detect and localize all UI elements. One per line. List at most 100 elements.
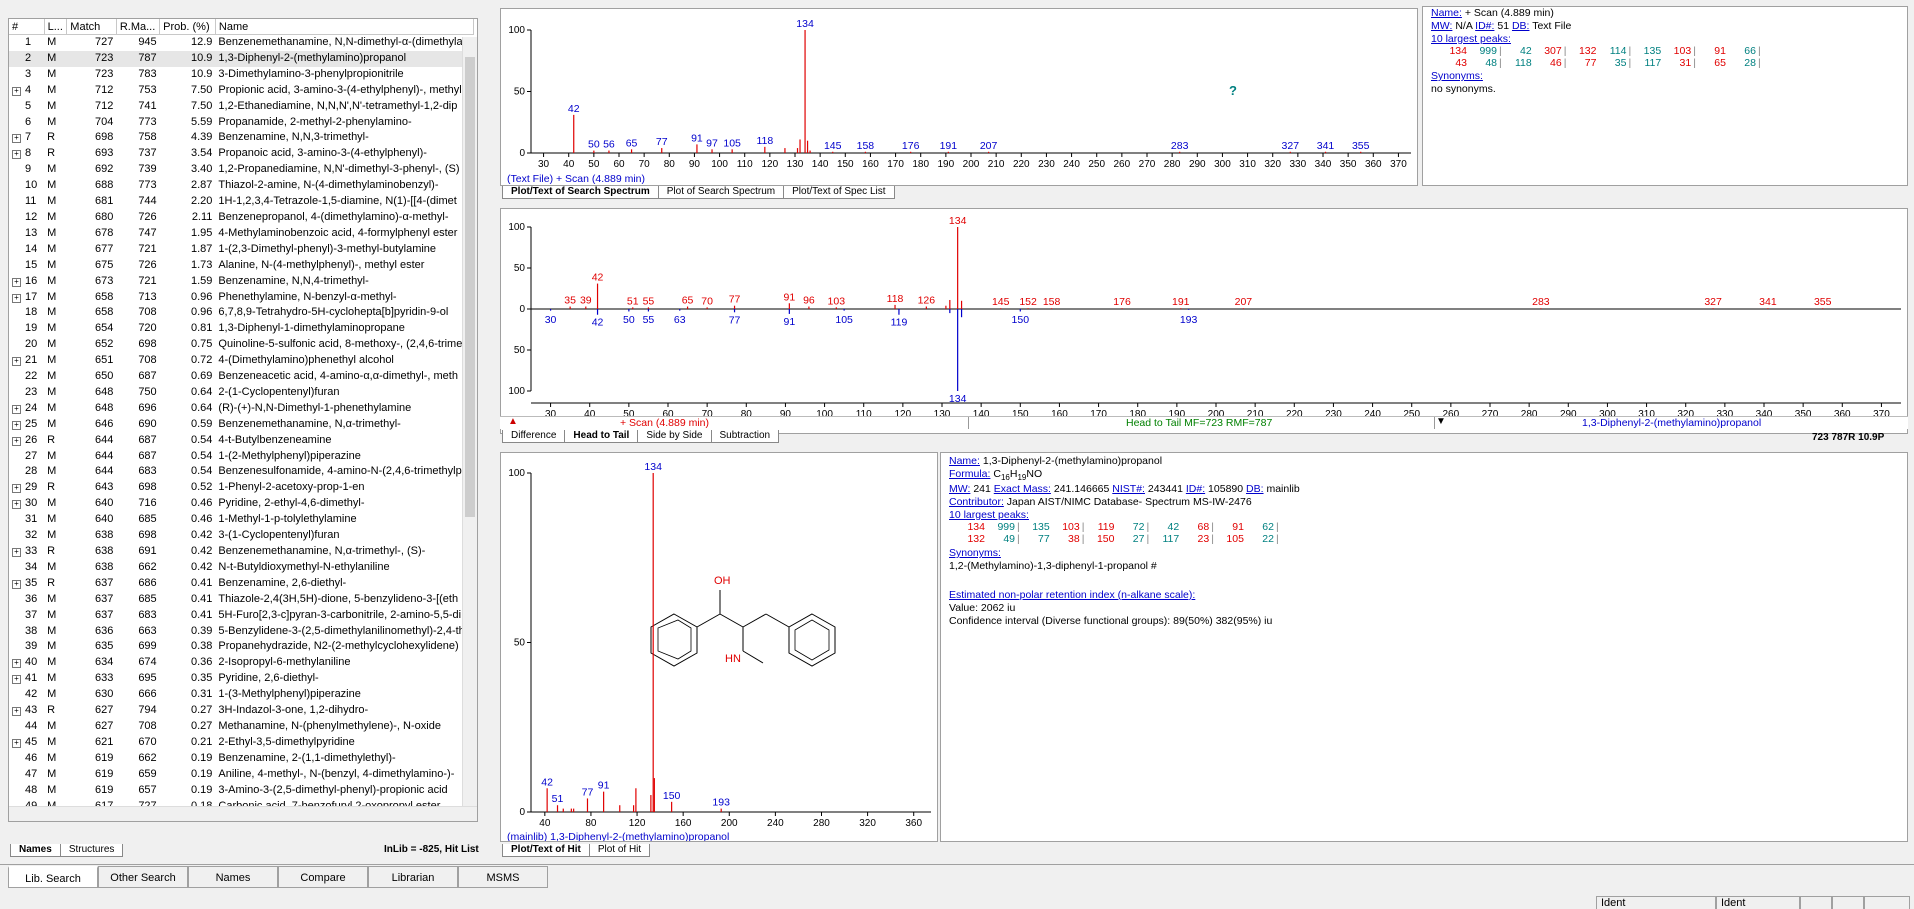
hit-list-horizontal-scrollbar[interactable]	[9, 806, 477, 821]
expand-icon[interactable]: +	[12, 150, 21, 160]
expand-icon[interactable]: +	[12, 738, 21, 748]
table-row[interactable]: 10 M 688 773 2.87 Thiazol-2-amine, N-(4-dimet…	[9, 178, 474, 194]
hit-synonyms-label[interactable]: Synonyms:	[949, 547, 1001, 560]
table-row[interactable]: +26 R 644 687 0.54 4-t-Butylbenzeneamine	[9, 433, 474, 449]
table-row[interactable]: 20 M 652 698 0.75 Quinoline-5-sulfonic acid, …	[9, 337, 474, 353]
table-row[interactable]: 2 M 723 787 10.9 1,3-Diphenyl-2-(methylamino)…	[9, 50, 474, 67]
table-row[interactable]: +33 R 638 691 0.42 Benzenemethanamine, N,α-tr…	[9, 544, 474, 560]
column-header-library[interactable]: L...	[44, 19, 68, 35]
table-row[interactable]: +7 R 698 758 4.39 Benzenamine, N,N,3-trimethy…	[9, 130, 474, 146]
tab-plot-hit[interactable]: Plot of Hit	[588, 844, 651, 857]
scrollbar-thumb[interactable]	[465, 57, 475, 517]
expand-icon[interactable]: +	[12, 404, 21, 414]
column-header-match[interactable]: Match	[66, 19, 117, 35]
table-row[interactable]: +45 M 621 670 0.21 2-Ethyl-3,5-dimethylpyridi…	[9, 735, 474, 751]
hit-peaks-label[interactable]: 10 largest peaks:	[949, 509, 1029, 522]
expand-icon[interactable]: +	[12, 675, 21, 685]
table-row[interactable]: 22 M 650 687 0.69 Benzeneacetic acid, 4-amino…	[9, 369, 474, 385]
tab-names-main[interactable]: Names	[188, 866, 278, 888]
table-row[interactable]: 1 M 727 945 12.9 Benzenemethanamine, N,N-dime…	[9, 35, 474, 51]
table-row[interactable]: +21 M 651 708 0.72 4-(Dimethylamino)phenethyl…	[9, 353, 474, 369]
table-row[interactable]: 28 M 644 683 0.54 Benzenesulfonamide, 4-amino…	[9, 464, 474, 480]
expand-icon[interactable]: +	[12, 579, 21, 589]
table-row[interactable]: 11 M 681 744 2.20 1H-1,2,3,4-Tetrazole-1,5-di…	[9, 194, 474, 210]
table-row[interactable]: 44 M 627 708 0.27 Methanamine, N-(phenylmethy…	[9, 719, 474, 735]
expand-icon[interactable]: +	[12, 357, 21, 367]
tab-other-search[interactable]: Other Search	[98, 866, 188, 888]
help-icon[interactable]: ?	[1229, 83, 1237, 98]
table-row[interactable]: 6 M 704 773 5.59 Propanamide, 2-methyl-2-phen…	[9, 115, 474, 131]
table-row[interactable]: 19 M 654 720 0.81 1,3-Diphenyl-1-dimethylamin…	[9, 321, 474, 337]
tab-plot-text-spec-list[interactable]: Plot/Text of Spec List	[783, 186, 895, 199]
table-row[interactable]: +4 M 712 753 7.50 Propionic acid, 3-amino-3-(…	[9, 83, 474, 99]
table-row[interactable]: 23 M 648 750 0.64 2-(1-Cyclopentenyl)furan	[9, 385, 474, 401]
table-row[interactable]: +40 M 634 674 0.36 2-Isopropyl-6-methylanilin…	[9, 655, 474, 671]
table-row[interactable]: +30 M 640 716 0.46 Pyridine, 2-ethyl-4,6-dime…	[9, 496, 474, 512]
table-row[interactable]: +17 M 658 713 0.96 Phenethylamine, N-benzyl-α…	[9, 290, 474, 306]
table-row[interactable]: +41 M 633 695 0.35 Pyridine, 2,6-diethyl-	[9, 671, 474, 687]
table-row[interactable]: 34 M 638 662 0.42 N-t-Butyldioxymethyl-N-ethy…	[9, 560, 474, 576]
table-row[interactable]: +29 R 643 698 0.52 1-Phenyl-2-acetoxy-prop-1-…	[9, 480, 474, 496]
tab-plot-search-spectrum[interactable]: Plot of Search Spectrum	[657, 186, 785, 199]
dropdown-icon[interactable]: ▼	[1436, 416, 1446, 427]
table-row[interactable]: +24 M 648 696 0.64 (R)-(+)-N,N-Dimethyl-1-phe…	[9, 401, 474, 417]
table-row[interactable]: +8 R 693 737 3.54 Propanoic acid, 3-amino-3-(…	[9, 146, 474, 162]
table-row[interactable]: 38 M 636 663 0.39 5-Benzylidene-3-(2,5-dimeth…	[9, 624, 474, 640]
column-header-index[interactable]: #	[9, 19, 45, 35]
scroll-left-icon[interactable]: ▲	[508, 416, 518, 427]
tab-names[interactable]: Names	[10, 844, 61, 857]
table-row[interactable]: 9 M 692 739 3.40 1,2-Propanediamine, N,N'-dim…	[9, 162, 474, 178]
expand-icon[interactable]: +	[12, 500, 21, 510]
table-row[interactable]: 14 M 677 721 1.87 1-(2,3-Dimethyl-phenyl)-3-m…	[9, 242, 474, 258]
search-synonyms-label[interactable]: Synonyms:	[1431, 70, 1483, 83]
tab-structures[interactable]: Structures	[59, 844, 124, 857]
table-row[interactable]: 39 M 635 699 0.38 Propanehydrazide, N2-(2-met…	[9, 639, 474, 655]
table-row[interactable]: 27 M 644 687 0.54 1-(2-Methylphenyl)piperazin…	[9, 449, 474, 465]
expand-icon[interactable]: +	[12, 484, 21, 494]
table-row[interactable]: 42 M 630 666 0.31 1-(3-Methylphenyl)piperazin…	[9, 687, 474, 703]
search-peaks-label[interactable]: 10 largest peaks:	[1431, 33, 1511, 46]
column-header-prob[interactable]: Prob. (%)	[159, 19, 216, 35]
expand-icon[interactable]: +	[12, 420, 21, 430]
expand-icon[interactable]: +	[12, 277, 21, 287]
table-row[interactable]: 47 M 619 659 0.19 Aniline, 4-methyl-, N-(benz…	[9, 767, 474, 783]
table-row[interactable]: 31 M 640 685 0.46 1-Methyl-1-p-tolylethylamin…	[9, 512, 474, 528]
tab-compare[interactable]: Compare	[278, 866, 368, 888]
tab-plot-text-hit[interactable]: Plot/Text of Hit	[502, 844, 590, 857]
tab-head-to-tail[interactable]: Head to Tail	[564, 430, 639, 443]
tab-side-by-side[interactable]: Side by Side	[637, 430, 712, 443]
table-row[interactable]: 32 M 638 698 0.42 3-(1-Cyclopentenyl)furan	[9, 528, 474, 544]
cell-prob: 1.73	[190, 258, 213, 271]
expand-icon[interactable]: +	[12, 86, 21, 96]
table-row[interactable]: +25 M 646 690 0.59 Benzenemethanamine, N,α-tr…	[9, 417, 474, 433]
table-row[interactable]: 37 M 637 683 0.41 5H-Furo[2,3-c]pyran-3-carbo…	[9, 608, 474, 624]
expand-icon[interactable]: +	[12, 134, 21, 144]
retention-index-label[interactable]: Estimated non-polar retention index (n-a…	[949, 589, 1195, 602]
hit-list-vertical-scrollbar[interactable]	[462, 37, 477, 807]
expand-icon[interactable]: +	[12, 659, 21, 669]
tab-msms[interactable]: MSMS	[458, 866, 548, 888]
tab-librarian[interactable]: Librarian	[368, 866, 458, 888]
tab-plot-text-search-spectrum[interactable]: Plot/Text of Search Spectrum	[502, 186, 659, 199]
expand-icon[interactable]: +	[12, 293, 21, 303]
expand-icon[interactable]: +	[12, 707, 21, 717]
table-row[interactable]: 18 M 658 708 0.96 6,7,8,9-Tetrahydro-5H-cyclo…	[9, 305, 474, 321]
table-row[interactable]: 15 M 675 726 1.73 Alanine, N-(4-methylphenyl)…	[9, 258, 474, 274]
tab-subtraction[interactable]: Subtraction	[710, 430, 780, 443]
column-header-rmatch[interactable]: R.Ma...	[116, 19, 161, 35]
table-row[interactable]: 46 M 619 662 0.19 Benzenamine, 2-(1,1-dimethy…	[9, 751, 474, 767]
column-header-name[interactable]: Name	[215, 19, 475, 35]
table-row[interactable]: 13 M 678 747 1.95 4-Methylaminobenzoic acid, …	[9, 226, 474, 242]
expand-icon[interactable]: +	[12, 436, 21, 446]
table-row[interactable]: 3 M 723 783 10.9 3-Dimethylamino-3-phenylprop…	[9, 67, 474, 83]
tab-lib-search[interactable]: Lib. Search	[8, 866, 98, 888]
tab-difference[interactable]: Difference	[502, 430, 566, 443]
table-row[interactable]: +35 R 637 686 0.41 Benzenamine, 2,6-diethyl-	[9, 576, 474, 592]
table-row[interactable]: 36 M 637 685 0.41 Thiazole-2,4(3H,5H)-dione, …	[9, 592, 474, 608]
table-row[interactable]: 5 M 712 741 7.50 1,2-Ethanediamine, N,N,N',N'…	[9, 99, 474, 115]
table-row[interactable]: 12 M 680 726 2.11 Benzenepropanol, 4-(dimethy…	[9, 210, 474, 226]
table-row[interactable]: +16 M 673 721 1.59 Benzenamine, N,N,4-trimeth…	[9, 274, 474, 290]
expand-icon[interactable]: +	[12, 548, 21, 557]
table-row[interactable]: +43 R 627 794 0.27 3H-Indazol-3-one, 1,2-dihy…	[9, 703, 474, 719]
table-row[interactable]: 48 M 619 657 0.19 3-Amino-3-(2,5-dimethyl-phe…	[9, 783, 474, 799]
